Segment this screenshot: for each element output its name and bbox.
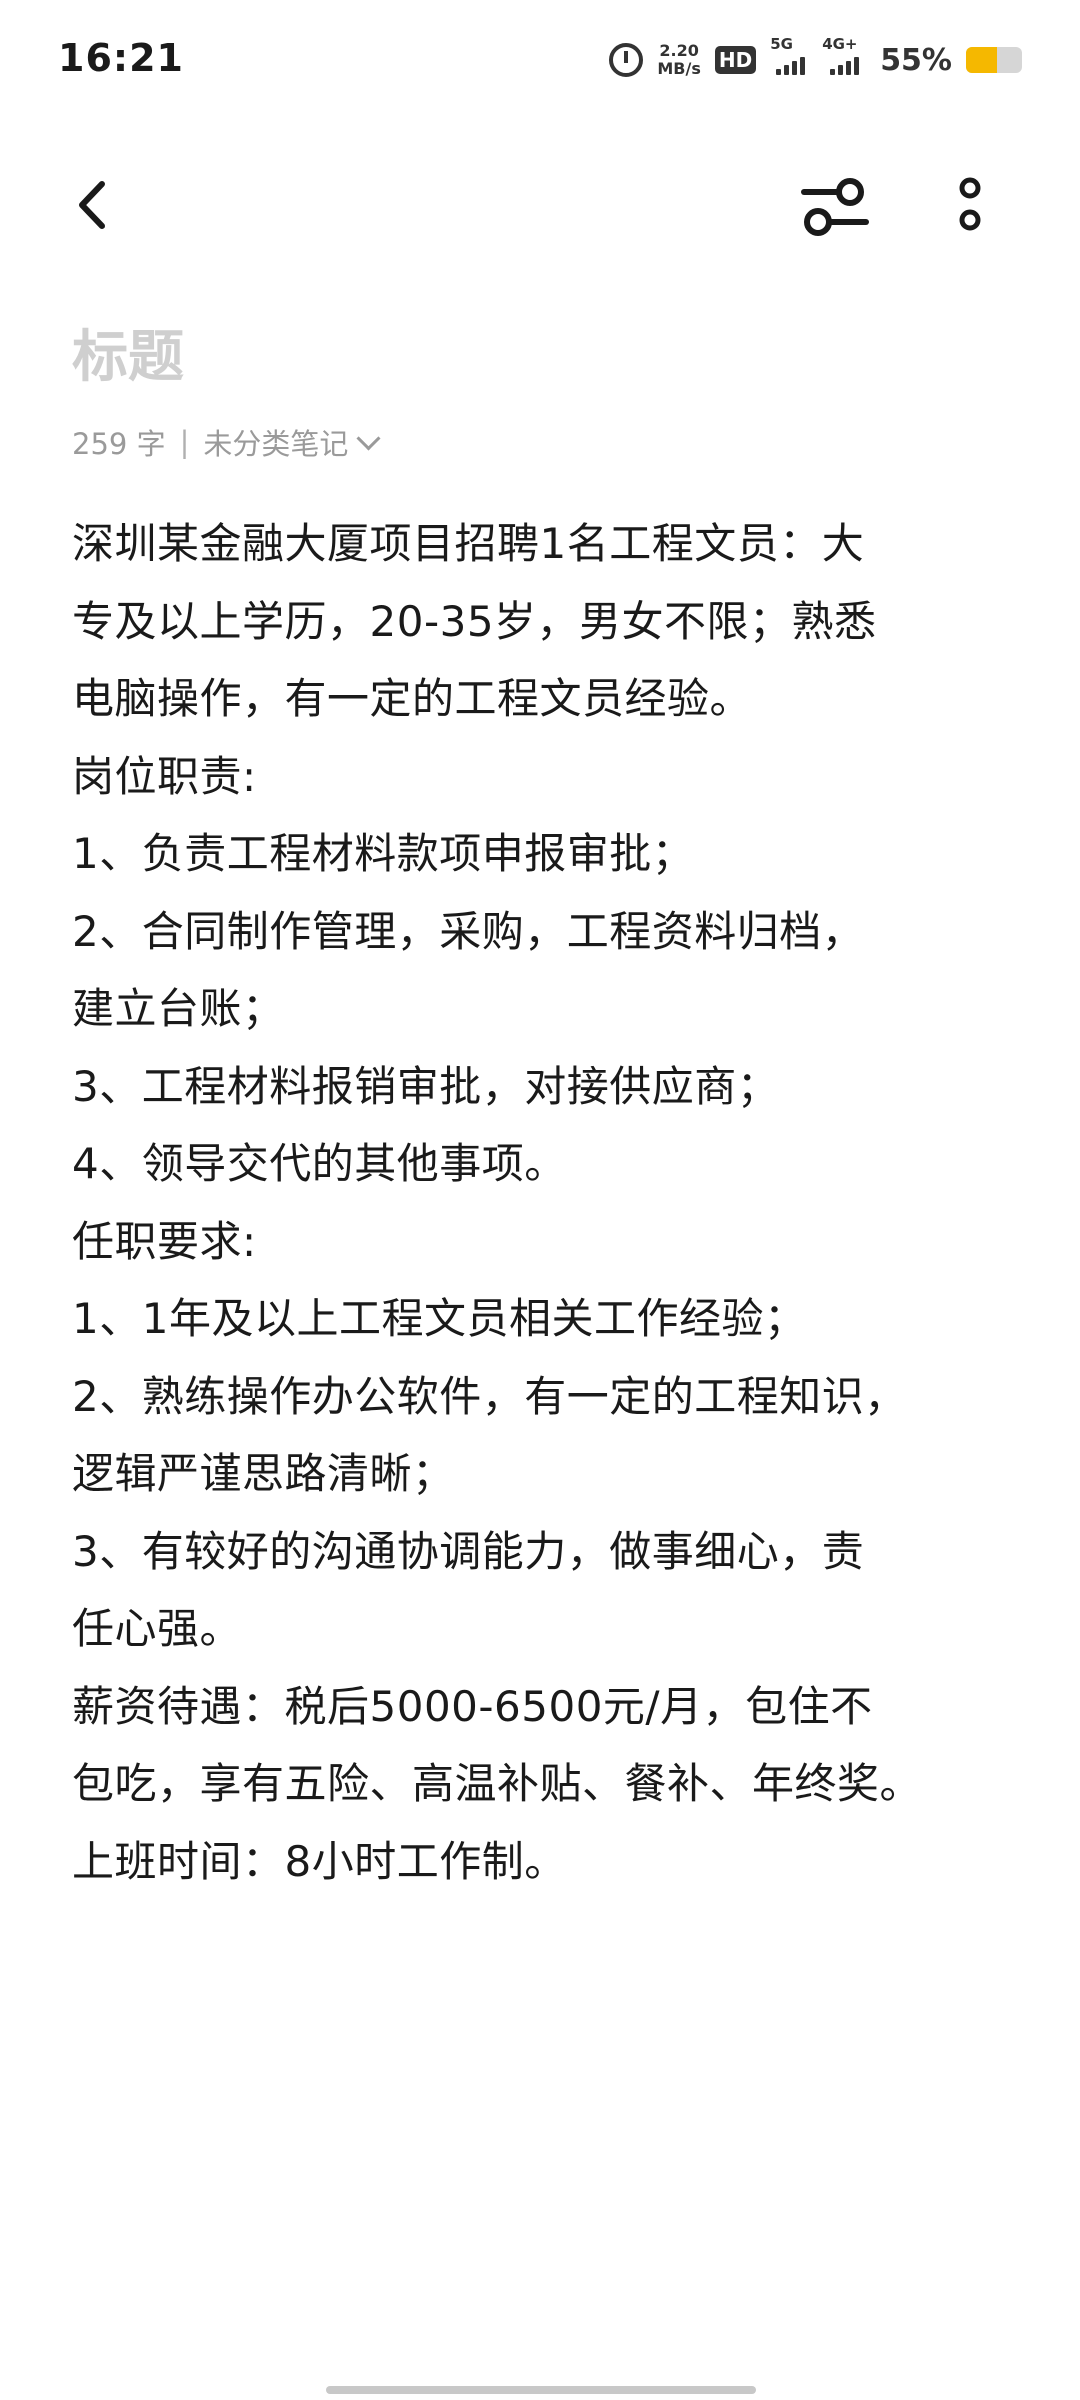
network-speed-unit: MB/s xyxy=(657,59,701,78)
filter-button[interactable] xyxy=(796,168,872,244)
network-speed-value: 2.20 xyxy=(659,41,699,60)
note-text-line: 电脑操作，有一定的工程文员经验。 xyxy=(72,674,753,723)
status-time: 16:21 xyxy=(58,36,184,80)
more-vertical-icon xyxy=(959,177,981,231)
battery-icon xyxy=(966,47,1022,73)
category-label: 未分类笔记 xyxy=(203,427,349,461)
status-icons: 2.20 MB/s HD 5G 4G+ 55% xyxy=(609,35,1022,84)
note-text-line: 2、合同制作管理，采购，工程资料归档， xyxy=(72,906,865,956)
alarm-icon xyxy=(609,43,644,77)
sim2-label: 4G+ xyxy=(822,35,858,53)
network-speed: 2.20 MB/s xyxy=(657,42,700,78)
note-text-line: 岗位职责: xyxy=(72,751,257,801)
note-text-line: 专及以上学历，20-35岁，男女不限；熟悉 xyxy=(72,596,877,646)
top-toolbar xyxy=(0,150,1080,260)
note-text-line: 任职要求: xyxy=(72,1216,257,1266)
note-text-line: 4、领导交代的其他事项。 xyxy=(72,1139,567,1188)
note-text-line: 逻辑严谨思路清晰； xyxy=(72,1449,455,1498)
sliders-icon xyxy=(801,178,869,236)
meta-separator: | xyxy=(179,425,190,459)
note-text-line: 深圳某金融大厦项目招聘1名工程文员：大 xyxy=(72,519,865,568)
home-indicator[interactable] xyxy=(326,2386,756,2394)
chevron-down-icon xyxy=(356,425,381,451)
battery-level xyxy=(966,47,997,73)
signal-sim1-icon: 5G xyxy=(770,35,808,75)
signal-sim2-icon: 4G+ xyxy=(822,35,866,75)
category-selector[interactable]: 未分类笔记 xyxy=(203,421,381,463)
note-title-input[interactable]: 标题 xyxy=(72,312,184,393)
note-text-line: 3、工程材料报销审批，对接供应商； xyxy=(72,1061,780,1111)
note-text-line: 薪资待遇：税后5000-6500元/月，包住不 xyxy=(72,1681,873,1731)
note-text-line: 建立台账； xyxy=(72,984,285,1033)
note-text-line: 包吃，享有五险、高温补贴、餐补、年终奖。 xyxy=(72,1759,923,1808)
note-body-editor[interactable]: 深圳某金融大厦项目招聘1名工程文员：大 专及以上学历，20-35岁，男女不限；熟悉… xyxy=(72,505,1022,1900)
note-text-line: 上班时间：8小时工作制。 xyxy=(72,1836,567,1886)
note-text-line: 1、1年及以上工程文员相关工作经验； xyxy=(72,1294,807,1343)
note-meta: 259 字 | 未分类笔记 xyxy=(72,420,381,464)
sim1-label: 5G xyxy=(770,35,793,53)
chevron-left-icon xyxy=(79,181,105,229)
more-options-button[interactable] xyxy=(940,168,1000,244)
note-text-line: 任心强。 xyxy=(72,1604,243,1653)
back-button[interactable] xyxy=(60,170,130,240)
char-count: 259 字 xyxy=(72,427,166,461)
status-bar: 16:21 2.20 MB/s HD 5G 4G+ 55% xyxy=(0,0,1080,120)
hd-icon: HD xyxy=(714,46,757,74)
note-text-line: 2、熟练操作办公软件，有一定的工程知识， xyxy=(72,1371,907,1421)
note-text-line: 1、负责工程材料款项申报审批； xyxy=(72,829,695,878)
note-text-line: 3、有较好的沟通协调能力，做事细心，责 xyxy=(72,1526,865,1576)
battery-percent: 55% xyxy=(880,42,952,78)
